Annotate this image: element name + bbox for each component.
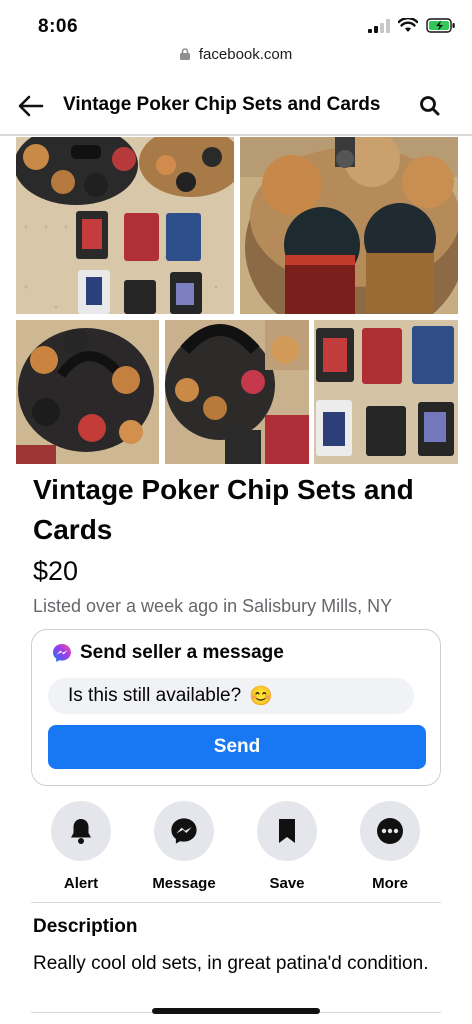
alert-button[interactable]: Alert <box>31 801 131 892</box>
listing-photo-3[interactable] <box>16 320 159 464</box>
action-bar: Alert Message Save More <box>31 801 441 892</box>
description-heading: Description <box>33 916 138 937</box>
more-button[interactable]: More <box>340 801 440 892</box>
send-message-card: Send seller a message Is this still avai… <box>31 629 441 786</box>
search-icon[interactable] <box>418 94 442 118</box>
wifi-icon <box>398 18 418 32</box>
listing-photo-1[interactable] <box>16 137 234 314</box>
page-header: Vintage Poker Chip Sets and Cards <box>0 78 472 136</box>
page-title: Vintage Poker Chip Sets and Cards <box>63 94 381 115</box>
more-icon-circle[interactable] <box>360 801 420 861</box>
messenger-icon <box>171 818 197 844</box>
action-label-alert: Alert <box>63 875 99 892</box>
home-indicator[interactable] <box>152 1008 320 1014</box>
listing-photo-2[interactable] <box>240 137 458 314</box>
lock-icon <box>179 48 190 60</box>
photo-gallery <box>16 137 458 464</box>
status-bar: 8:06 <box>0 0 472 44</box>
listing-photo-5[interactable] <box>314 320 458 464</box>
action-label-more: More <box>372 875 408 892</box>
divider <box>31 902 441 903</box>
message-input-value: Is this still available? <box>68 685 242 706</box>
action-label-message: Message <box>152 875 216 892</box>
message-button[interactable]: Message <box>134 801 234 892</box>
listing-title: Vintage Poker Chip Sets and Cards <box>33 474 414 545</box>
listing-location: Listed over a week ago in Salisbury Mill… <box>33 596 393 616</box>
bell-icon <box>71 819 91 844</box>
send-message-heading: Send seller a message <box>80 642 284 663</box>
battery-icon <box>426 18 455 33</box>
message-input[interactable]: Is this still available? 😊 <box>48 678 414 714</box>
alert-icon-circle[interactable] <box>51 801 111 861</box>
action-label-save: Save <box>269 875 305 892</box>
messenger-icon <box>53 644 71 662</box>
back-arrow-icon[interactable] <box>16 92 46 120</box>
bookmark-icon <box>279 819 295 843</box>
smile-emoji: 😊 <box>249 686 273 707</box>
send-message-header: Send seller a message <box>52 642 284 664</box>
more-icon <box>377 818 403 844</box>
listing-photo-4[interactable] <box>165 320 309 464</box>
description-text: Really cool old sets, in great patina'd … <box>33 953 429 974</box>
status-time: 8:06 <box>38 16 79 37</box>
message-icon-circle[interactable] <box>154 801 214 861</box>
browser-url-bar[interactable]: facebook.com <box>0 46 472 72</box>
save-button[interactable]: Save <box>237 801 337 892</box>
send-button[interactable]: Send <box>48 725 426 769</box>
listing-price: $20 <box>33 556 79 586</box>
signal-icon <box>368 18 390 33</box>
status-icons <box>368 18 456 33</box>
save-icon-circle[interactable] <box>257 801 317 861</box>
browser-url: facebook.com <box>198 46 293 63</box>
